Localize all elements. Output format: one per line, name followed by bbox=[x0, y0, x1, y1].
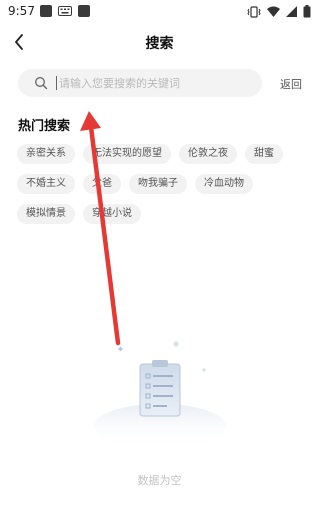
hot-search-tag[interactable]: 穿越小说 bbox=[83, 204, 141, 224]
search-icon bbox=[35, 77, 48, 90]
hot-search-tag[interactable]: 不婚主义 bbox=[17, 174, 75, 194]
hot-search-tag[interactable]: 模拟情景 bbox=[17, 204, 75, 224]
notification-icons bbox=[40, 5, 90, 17]
app-notification-icon bbox=[78, 5, 90, 17]
battery-icon bbox=[303, 5, 311, 18]
search-input[interactable] bbox=[59, 69, 254, 97]
search-bar[interactable] bbox=[18, 69, 262, 97]
tag-row: 亲密关系 无法实现的愿望 伦敦之夜 甜蜜 bbox=[17, 144, 307, 164]
hot-search-tag[interactable]: 无法实现的愿望 bbox=[83, 144, 171, 164]
signal-icon bbox=[286, 5, 297, 17]
hot-search-tag[interactable]: 亲密关系 bbox=[17, 144, 75, 164]
hot-search-tag[interactable]: 伦敦之夜 bbox=[179, 144, 237, 164]
empty-clipboard-illustration bbox=[94, 341, 226, 448]
hot-search-title: 热门搜索 bbox=[18, 119, 71, 134]
empty-state-text: 数据为空 bbox=[137, 474, 182, 487]
hot-search-tag[interactable]: 冷血动物 bbox=[195, 174, 253, 194]
status-bar: 9:57 bbox=[0, 0, 319, 24]
wifi-icon bbox=[267, 6, 280, 17]
tag-row: 不婚主义 父爸 吻我骗子 冷血动物 bbox=[17, 174, 307, 194]
return-button[interactable]: 返回 bbox=[280, 76, 302, 92]
hot-search-tag[interactable]: 父爸 bbox=[83, 174, 121, 194]
vibrate-icon bbox=[247, 5, 261, 18]
system-icons bbox=[247, 5, 311, 18]
tag-row: 模拟情景 穿越小说 bbox=[17, 204, 307, 224]
top-nav-bar: 搜索 bbox=[0, 28, 319, 56]
hot-search-tags: 亲密关系 无法实现的愿望 伦敦之夜 甜蜜 不婚主义 父爸 吻我骗子 冷血动物 模… bbox=[17, 144, 307, 234]
page-title: 搜索 bbox=[145, 36, 174, 52]
hot-search-tag[interactable]: 甜蜜 bbox=[245, 144, 283, 164]
keyboard-icon bbox=[58, 5, 72, 17]
app-notification-icon bbox=[40, 5, 52, 17]
text-cursor bbox=[56, 76, 57, 90]
hot-search-tag[interactable]: 吻我骗子 bbox=[129, 174, 187, 194]
status-time: 9:57 bbox=[8, 4, 35, 18]
